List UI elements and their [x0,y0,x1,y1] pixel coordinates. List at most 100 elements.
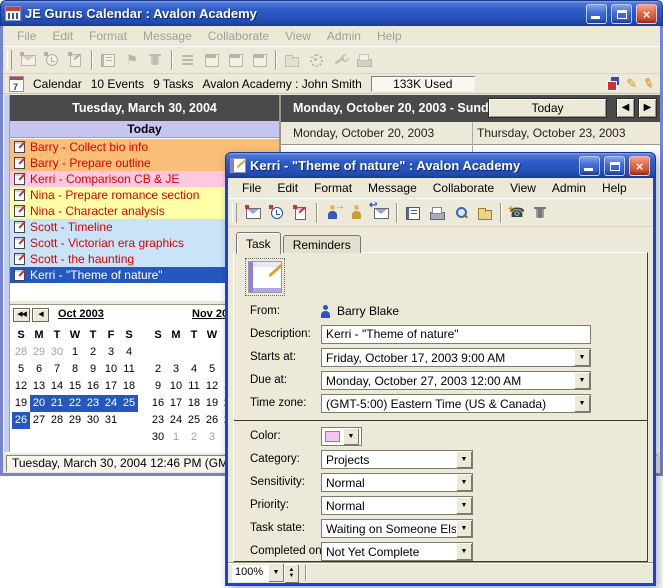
calendar-day-22[interactable]: 22 [66,395,84,412]
menu-message[interactable]: Message [360,181,425,195]
calendar-day-29[interactable]: 29 [66,412,84,429]
calendar-day-10[interactable]: 10 [102,361,120,378]
task-state-dropdown[interactable]: Waiting on Someone Else▼ [321,519,473,538]
calendar-day-25[interactable]: 25 [185,412,203,429]
calendar-day-8[interactable]: 8 [66,361,84,378]
new-task-icon[interactable] [289,201,313,224]
calendar-day-4[interactable]: 4 [120,344,138,361]
calendar-day-19[interactable]: 19 [203,395,221,412]
menu-view[interactable]: View [502,181,544,195]
calendar-day-29[interactable]: 29 [30,344,48,361]
dropdown-arrow-icon[interactable]: ▼ [456,474,472,491]
calendar-day-3[interactable]: 3 [167,361,185,378]
menu-help[interactable]: Help [594,181,635,195]
color-dropdown[interactable]: ▼ [321,427,362,446]
calendar-day-11[interactable]: 11 [185,378,203,395]
today-button[interactable]: Today [488,98,607,118]
delete-icon[interactable] [529,201,553,224]
dialog-maximize-button[interactable] [604,156,625,176]
calendar-day-30[interactable]: 30 [149,429,167,446]
attendee-person-icon[interactable] [345,201,369,224]
calendar-day-15[interactable]: 15 [66,378,84,395]
calendar-day-16[interactable]: 16 [149,395,167,412]
layers-icon[interactable] [607,77,620,90]
calendar-day-31[interactable]: 31 [102,412,120,429]
dropdown-arrow-icon[interactable]: ▼ [456,543,472,560]
folder-icon[interactable] [473,201,497,224]
calendar-day-28[interactable]: 28 [12,344,30,361]
sign-pencil-icon[interactable]: ✎ [641,74,657,93]
event-list-icon[interactable] [401,201,425,224]
calendar-day-3[interactable]: 3 [203,429,221,446]
calendar-day-1[interactable]: 1 [66,344,84,361]
calendar-day-2[interactable]: 2 [149,361,167,378]
close-button[interactable]: × [636,4,657,24]
calendar-day-12[interactable]: 12 [12,378,30,395]
zoom-dropdown-button[interactable]: ▼ [268,563,284,582]
prev-month-button[interactable]: ◀ [32,308,49,322]
calendar-day-27[interactable]: 27 [30,412,48,429]
tab-task[interactable]: Task [236,232,281,254]
calendar-day-13[interactable]: 13 [30,378,48,395]
panel-splitter-strip[interactable] [3,95,10,452]
calendar-day-25[interactable]: 25 [120,395,138,412]
calendar-day-17[interactable]: 17 [167,395,185,412]
calendar-day-30[interactable]: 30 [84,412,102,429]
priority-dropdown[interactable]: Normal▼ [321,496,473,515]
zoom-spinner[interactable]: ▲▼ [284,564,299,583]
menu-format[interactable]: Format [306,181,360,195]
dropdown-arrow-icon[interactable]: ▼ [456,520,472,537]
sensitivity-dropdown[interactable]: Normal▼ [321,473,473,492]
calendar-day-21[interactable]: 21 [48,395,66,412]
print-icon[interactable] [425,201,449,224]
calendar-day-3[interactable]: 3 [102,344,120,361]
menu-collaborate[interactable]: Collaborate [425,181,502,195]
new-event-icon[interactable] [241,201,265,224]
calendar-day-24[interactable]: 24 [102,395,120,412]
calendar-day-16[interactable]: 16 [84,378,102,395]
calendar-day-30[interactable]: 30 [48,344,66,361]
menu-admin[interactable]: Admin [544,181,594,195]
calendar-day-9[interactable]: 9 [149,378,167,395]
calendar-day-2[interactable]: 2 [84,344,102,361]
calendar-day-28[interactable]: 28 [48,412,66,429]
call-phone-icon[interactable]: ☎+ [505,201,529,224]
calendar-day-14[interactable]: 14 [48,378,66,395]
calendar-day-11[interactable]: 11 [120,361,138,378]
category-dropdown[interactable]: Projects▼ [321,450,473,469]
calendar-day-5[interactable]: 5 [203,361,221,378]
calendar-day-18[interactable]: 18 [120,378,138,395]
previous-range-button[interactable]: ◀ [616,98,635,118]
calendar-day-10[interactable]: 10 [167,378,185,395]
description-input[interactable]: Kerri - "Theme of nature" [321,325,591,344]
prev-year-button[interactable]: ◀◀ [13,308,30,322]
calendar-day-6[interactable]: 6 [30,361,48,378]
dropdown-arrow-icon[interactable]: ▼ [456,497,472,514]
next-range-button[interactable]: ▶ [638,98,657,118]
dropdown-arrow-icon[interactable]: ▼ [574,395,590,412]
tab-reminders[interactable]: Reminders [283,235,361,253]
maximize-button[interactable] [611,4,632,24]
calendar-day-19[interactable]: 19 [12,395,30,412]
dropdown-arrow-icon[interactable]: ▼ [343,428,359,445]
calendar-day-5[interactable]: 5 [12,361,30,378]
completed-on-dropdown[interactable]: Not Yet Complete▼ [321,542,473,561]
time-zone-dropdown[interactable]: (GMT-5:00) Eastern Time (US & Canada)▼ [321,394,591,413]
reply-envelope-icon[interactable]: ↩ [369,201,393,224]
calendar-day-23[interactable]: 23 [84,395,102,412]
dropdown-arrow-icon[interactable]: ▼ [456,451,472,468]
calendar-day-1[interactable]: 1 [167,429,185,446]
calendar-day-26[interactable]: 26 [203,412,221,429]
calendar-day-9[interactable]: 9 [84,361,102,378]
calendar-day-12[interactable]: 12 [203,378,221,395]
calendar-day-18[interactable]: 18 [185,395,203,412]
new-reminder-icon[interactable] [265,201,289,224]
due-at-dropdown[interactable]: Monday, October 27, 2003 12:00 AM▼ [321,371,591,390]
calendar-day-17[interactable]: 17 [102,378,120,395]
calendar-day-7[interactable]: 7 [48,361,66,378]
calendar-day-26[interactable]: 26 [12,412,30,429]
dropdown-arrow-icon[interactable]: ▼ [574,349,590,366]
calendar-day-20[interactable]: 20 [30,395,48,412]
find-icon[interactable] [449,201,473,224]
edit-pencil-icon[interactable]: ✎ [626,76,637,92]
